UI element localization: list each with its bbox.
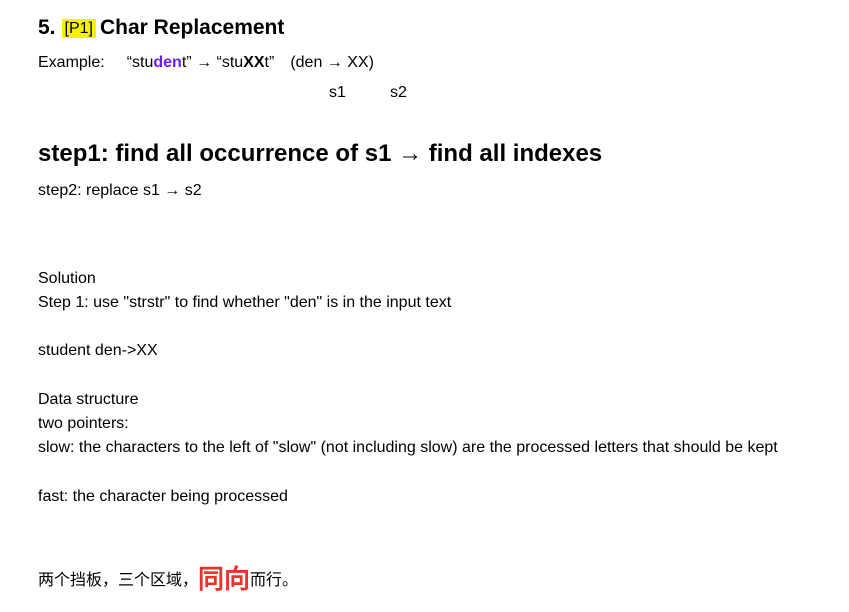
chinese-summary: 两个挡板，三个区域，同向而行。 bbox=[38, 556, 299, 595]
example-input-close: t” bbox=[181, 54, 192, 71]
example-output-open: “stu bbox=[216, 54, 244, 71]
example-output-bold: XX bbox=[243, 54, 265, 71]
pointers-label: two pointers: bbox=[38, 415, 129, 432]
slow-description: slow: the characters to the left of "slo… bbox=[38, 439, 778, 456]
s2-label: s2 bbox=[390, 84, 407, 101]
chinese-prefix: 两个挡板，三个区域， bbox=[38, 570, 199, 589]
data-structure-title: Data structure bbox=[38, 391, 139, 408]
example-highlight: den bbox=[153, 54, 182, 71]
s1-label: s1 bbox=[329, 84, 346, 101]
arrow: → bbox=[196, 54, 213, 71]
solution-step: Step 1: use "strstr" to find whether "de… bbox=[38, 294, 452, 311]
step2-text: step2: replace s1 → s2 bbox=[38, 182, 202, 199]
example-label: Example: bbox=[38, 54, 105, 71]
priority-tag: [P1] bbox=[61, 19, 96, 38]
solution-example: student den->XX bbox=[38, 342, 158, 359]
example-output-close: t” bbox=[264, 54, 275, 71]
chinese-emphasis: 同向 bbox=[198, 565, 251, 595]
solution-title: Solution bbox=[38, 270, 96, 287]
step1-heading: step1: find all occurrence of s1 → find … bbox=[38, 140, 603, 167]
example-line: Example: “student” → “stuXXt” (den → XX) bbox=[38, 54, 374, 72]
example-input-open: “stu bbox=[126, 54, 154, 71]
example-mapping: (den → XX) bbox=[290, 54, 374, 71]
heading-number: 5. bbox=[38, 16, 56, 39]
heading: 5. [P1] Char Replacement bbox=[38, 16, 284, 40]
chinese-suffix: 而行。 bbox=[250, 570, 299, 589]
fast-description: fast: the character being processed bbox=[38, 488, 288, 505]
heading-title: Char Replacement bbox=[99, 16, 285, 39]
